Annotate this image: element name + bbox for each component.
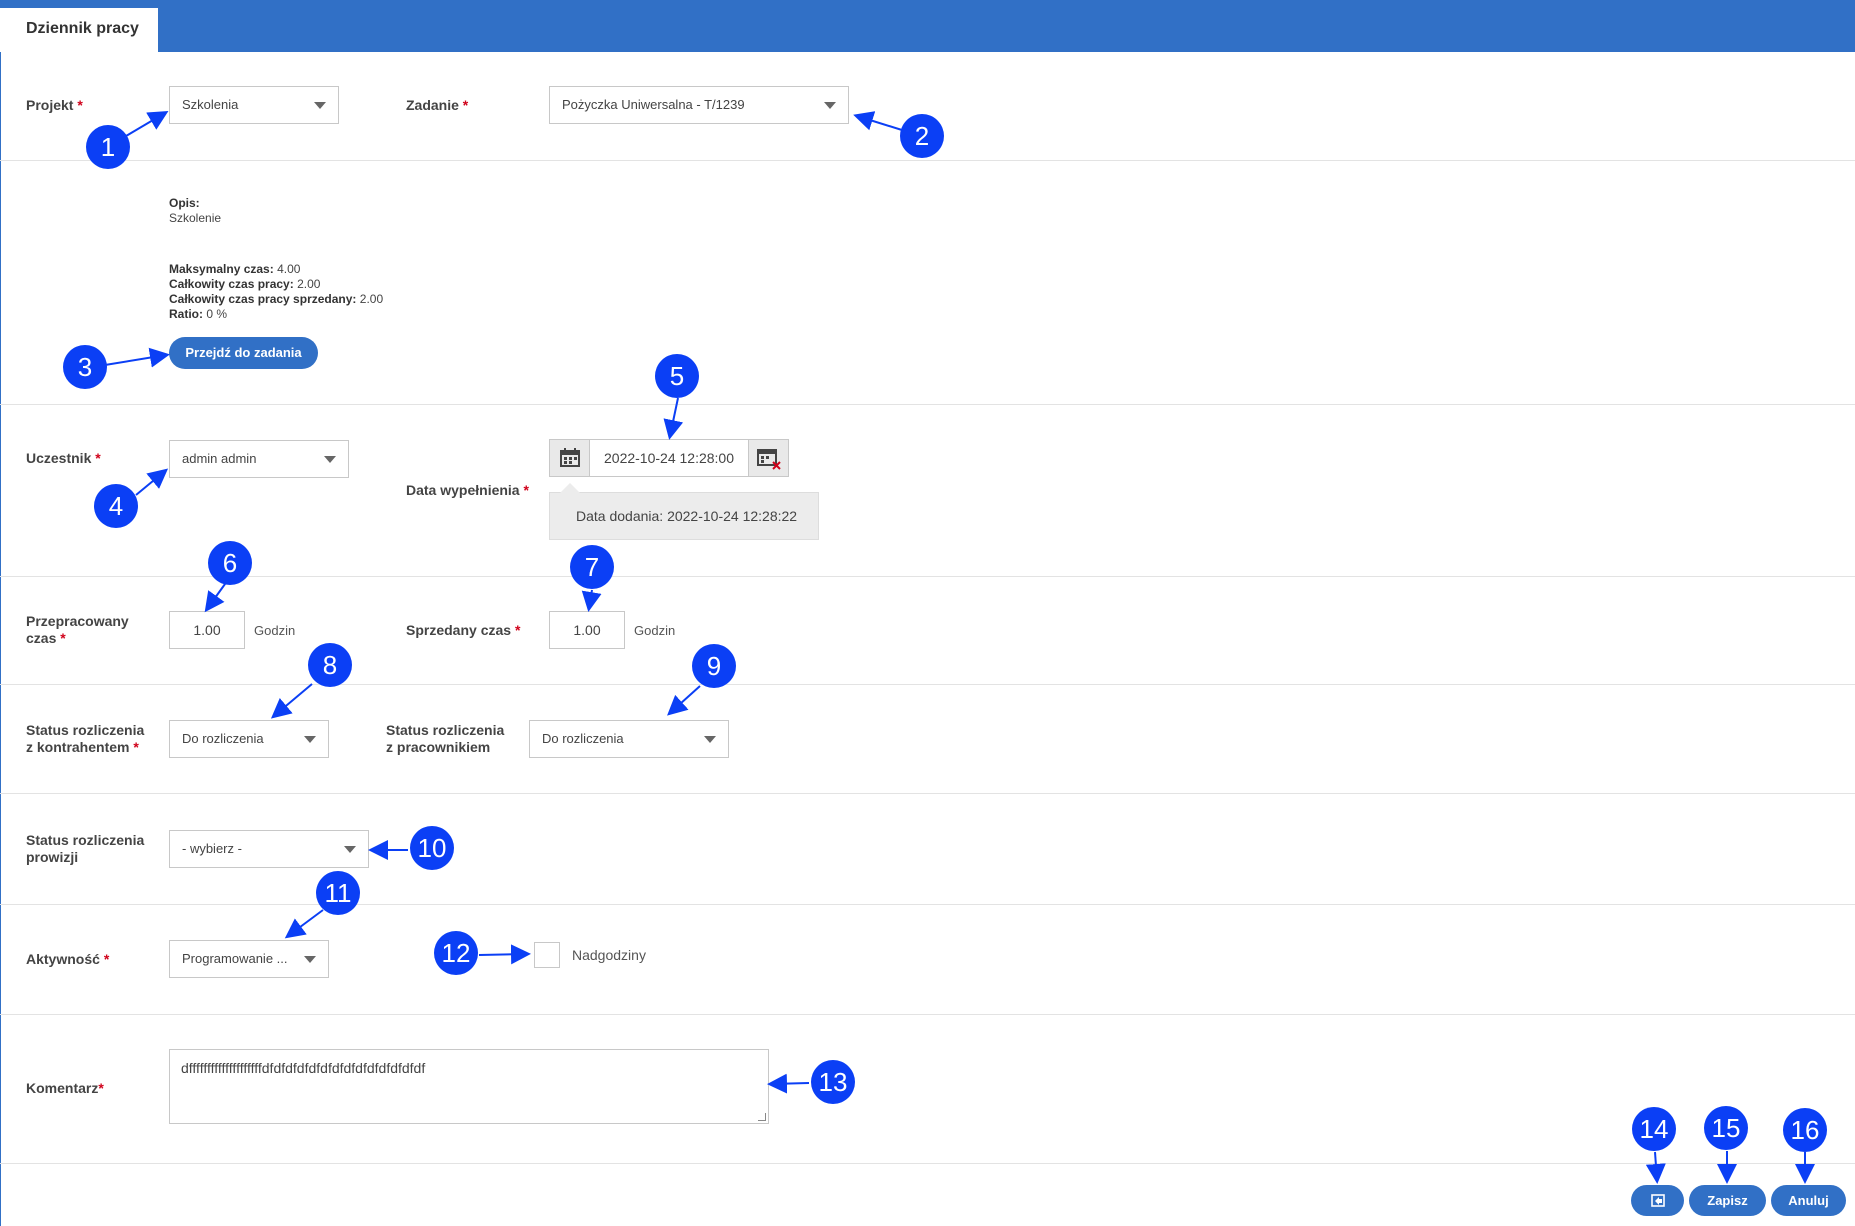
data-wypelnienia-label: Data wypełnienia * (406, 482, 529, 498)
aktywnosc-value: Programowanie ... (182, 951, 288, 966)
annotation-arrows (104, 110, 1815, 1184)
status-pracownik-label: Status rozliczenia z pracownikiem (386, 722, 505, 755)
zadanie-select[interactable]: Pożyczka Uniwersalna - T/1239 (549, 86, 849, 124)
callout-2: 2 (900, 114, 944, 158)
callout-arrow (853, 111, 903, 131)
chevron-down-icon (824, 102, 836, 109)
divider (0, 404, 1855, 405)
nadgodziny-checkbox[interactable] (534, 942, 560, 968)
callout-12: 12 (434, 931, 478, 975)
back-icon (1651, 1194, 1665, 1207)
chevron-down-icon (324, 456, 336, 463)
callout-13: 13 (811, 1060, 855, 1104)
callout-16: 16 (1783, 1108, 1827, 1152)
status-prowizji-value: - wybierz - (182, 841, 242, 856)
callout-arrow (104, 347, 170, 368)
status-kontrahent-select[interactable]: Do rozliczenia (169, 720, 329, 758)
calendar-button[interactable] (550, 440, 590, 476)
divider (0, 793, 1855, 794)
chevron-down-icon (344, 846, 356, 853)
top-bar (0, 0, 1855, 52)
opis-value: Szkolenie (169, 211, 222, 225)
callout-arrow (204, 583, 226, 613)
sprzedany-unit: Godzin (634, 623, 676, 638)
status-prowizji-label: Status rozliczenia prowizji (26, 832, 145, 865)
status-kontrahent-value: Do rozliczenia (182, 731, 264, 746)
przepracowany-input[interactable]: 1.00 (169, 611, 245, 649)
callout-arrow (125, 110, 169, 137)
tab-dziennik-pracy[interactable]: Dziennik pracy (0, 8, 158, 52)
przepracowany-unit: Godzin (254, 623, 296, 638)
left-border (0, 52, 1, 1226)
aktywnosc-label: Aktywność * (26, 951, 110, 967)
sprzedany-label: Sprzedany czas * (406, 622, 521, 638)
callout-10: 10 (410, 826, 454, 870)
cancel-button[interactable]: Anuluj (1771, 1185, 1846, 1216)
divider (0, 576, 1855, 577)
sprzedany-input[interactable]: 1.00 (549, 611, 625, 649)
divider (0, 160, 1855, 161)
uczestnik-value: admin admin (182, 451, 257, 466)
divider (0, 1014, 1855, 1015)
projekt-value: Szkolenia (182, 97, 239, 112)
uczestnik-label: Uczestnik * (26, 450, 101, 466)
callout-14: 14 (1632, 1107, 1676, 1151)
callout-arrow (270, 683, 313, 719)
callout-arrow (284, 909, 324, 939)
callout-arrow (667, 685, 701, 716)
komentarz-value: dffffffffffffffffffffdfdfdfdfdfdfdfdfdfd… (181, 1060, 426, 1076)
callout-arrow (478, 944, 531, 965)
status-kontrahent-label: Status rozliczenia z kontrahentem * (26, 722, 145, 755)
date-value[interactable]: 2022-10-24 12:28:00 (590, 440, 748, 476)
zadanie-value: Pożyczka Uniwersalna - T/1239 (562, 97, 745, 112)
aktywnosc-select[interactable]: Programowanie ... (169, 940, 329, 978)
status-pracownik-value: Do rozliczenia (542, 731, 624, 746)
callout-4b: 4 (94, 484, 138, 528)
callout-1: 1 (86, 125, 130, 169)
save-button[interactable]: Zapisz (1689, 1185, 1766, 1216)
divider (0, 1163, 1855, 1164)
divider (0, 904, 1855, 905)
przepracowany-label: Przepracowany czas * (26, 613, 129, 646)
status-prowizji-select[interactable]: - wybierz - (169, 830, 369, 868)
callout-6: 6 (208, 541, 252, 585)
resize-handle-icon[interactable] (758, 1113, 766, 1121)
callout-4: 5 (655, 354, 699, 398)
nadgodziny-label: Nadgodziny (572, 947, 646, 963)
clear-date-button[interactable] (748, 440, 788, 476)
zadanie-label: Zadanie * (406, 97, 469, 113)
komentarz-label: Komentarz* (26, 1080, 104, 1096)
task-description: Opis: Szkolenie (169, 196, 222, 225)
calendar-icon (560, 448, 580, 467)
task-stats: Maksymalny czas: 4.00 Całkowity czas pra… (169, 262, 384, 321)
callout-arrow (135, 468, 169, 496)
callout-11: 11 (316, 871, 360, 915)
callout-arrow (581, 589, 602, 612)
callout-arrow (1645, 1151, 1666, 1184)
chevron-down-icon (704, 736, 716, 743)
projekt-select[interactable]: Szkolenia (169, 86, 339, 124)
callout-3: 3 (63, 345, 107, 389)
callout-7: 7 (570, 545, 614, 589)
callout-8: 8 (308, 643, 352, 687)
callout-arrow (767, 1073, 810, 1094)
callout-15: 15 (1704, 1106, 1748, 1150)
status-pracownik-select[interactable]: Do rozliczenia (529, 720, 729, 758)
chevron-down-icon (314, 102, 326, 109)
uczestnik-select[interactable]: admin admin (169, 440, 349, 478)
projekt-label: Projekt * (26, 97, 83, 113)
go-to-task-button[interactable]: Przejdź do zadania (169, 337, 318, 369)
calendar-clear-icon (757, 449, 781, 470)
date-added-tooltip: Data dodania: 2022-10-24 12:28:22 (549, 483, 819, 540)
date-picker[interactable]: 2022-10-24 12:28:00 (549, 439, 789, 477)
komentarz-textarea[interactable]: dffffffffffffffffffffdfdfdfdfdfdfdfdfdfd… (169, 1049, 769, 1124)
divider (0, 684, 1855, 685)
chevron-down-icon (304, 736, 316, 743)
back-button[interactable] (1631, 1185, 1684, 1216)
callout-9: 9 (692, 644, 736, 688)
chevron-down-icon (304, 956, 316, 963)
